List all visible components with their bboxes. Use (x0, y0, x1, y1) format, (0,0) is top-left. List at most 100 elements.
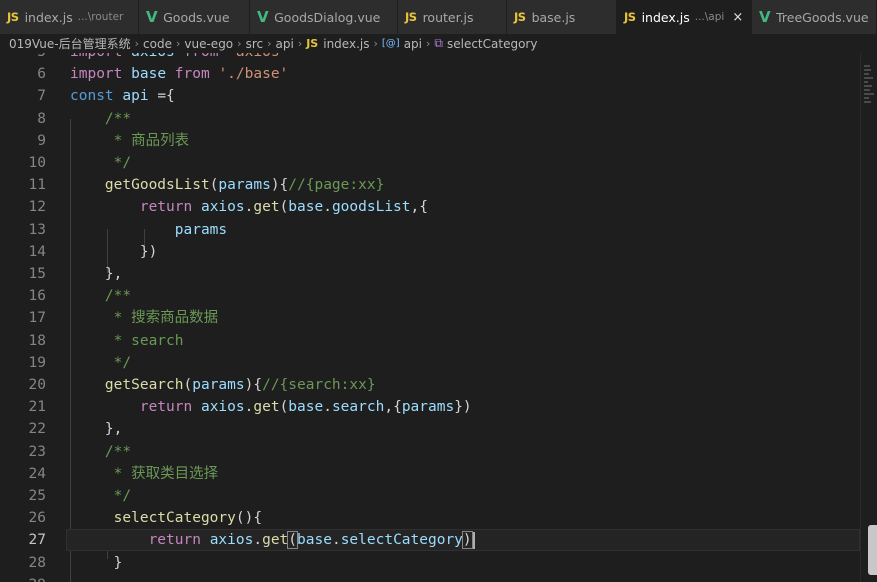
code-token: return (139, 399, 193, 416)
code-line[interactable]: return axios.get(base.selectCategory) (70, 529, 475, 551)
line-number: 17 (28, 310, 46, 327)
breadcrumb-item[interactable]: api (276, 37, 294, 51)
line-number: 12 (28, 199, 46, 216)
js-file-icon: JS (7, 10, 19, 24)
code-token: search (331, 399, 385, 416)
line-number: 20 (28, 377, 46, 393)
code-line[interactable]: */ (70, 485, 131, 507)
code-line[interactable]: */ (70, 352, 131, 374)
minimap-line (864, 69, 871, 71)
breadcrumb-item[interactable]: src (246, 37, 264, 51)
line-number: 23 (28, 443, 46, 460)
code-line[interactable]: /** (70, 285, 131, 307)
vertical-scrollbar-thumb[interactable] (868, 525, 877, 575)
code-token: 'axios' (227, 53, 288, 60)
tab-3[interactable]: JS router.js (398, 0, 507, 34)
tab-5[interactable]: JS index.js ...\api × (617, 0, 752, 34)
code-line[interactable]: * search (70, 330, 184, 352)
code-token: return (148, 532, 201, 549)
breadcrumb: 019Vue-后台管理系统 › code › vue-ego › src › api › JS ind… (0, 34, 877, 53)
line-number: 5 (0, 53, 46, 63)
line-number: 19 (28, 354, 46, 371)
code-line[interactable]: * 获取类目选择 (70, 463, 218, 485)
tab-0[interactable]: JS index.js ...\router (0, 0, 139, 34)
code-token: ,{ (410, 199, 428, 216)
code-line[interactable]: return axios.get(base.search,{params}) (70, 396, 472, 418)
code-line[interactable]: import axios from 'axios' (70, 53, 288, 63)
code-token: params (174, 221, 228, 238)
code-token: axios (209, 532, 254, 549)
line-number: 15 (28, 266, 46, 282)
code-line[interactable]: /** (70, 108, 131, 130)
code-line[interactable]: selectCategory(){ (70, 507, 262, 529)
code-line[interactable]: } (70, 552, 123, 574)
minimap-line (864, 89, 870, 91)
code-token: /** (104, 110, 132, 127)
code-token: . (253, 532, 263, 549)
code-token: ){ (270, 177, 289, 194)
chevron-right-icon: › (134, 37, 140, 50)
line-number: 14 (28, 243, 46, 260)
vue-file-icon: V (146, 8, 158, 26)
breadcrumb-item[interactable]: code (143, 37, 172, 51)
tab-label: Goods.vue (163, 9, 230, 25)
code-token: getSearch (104, 377, 184, 393)
code-line[interactable]: */ (70, 152, 131, 174)
code-line[interactable]: }, (70, 418, 122, 440)
code-token: axios (200, 199, 245, 216)
line-number: 11 (28, 177, 46, 194)
code-line[interactable]: }, (70, 263, 122, 285)
code-line[interactable]: * 商品列表 (70, 130, 189, 152)
code-token: /** (104, 288, 132, 305)
code-token: getGoodsList (104, 177, 210, 194)
tab-6[interactable]: V TreeGoods.vue (752, 0, 877, 34)
breadcrumb-file[interactable]: index.js (323, 37, 369, 51)
code-line[interactable]: getGoodsList(params){//{page:xx} (70, 174, 384, 196)
line-number: 9 (37, 132, 46, 149)
code-token: return (139, 199, 193, 216)
code-line[interactable]: params (70, 219, 227, 241)
code-token: */ (113, 155, 132, 171)
code-token: selectCategory (113, 510, 236, 527)
minimap-line (864, 81, 868, 83)
line-number: 6 (37, 66, 46, 83)
code-line[interactable]: return axios.get(base.goodsList,{ (70, 196, 428, 218)
tab-4[interactable]: JS base.js (507, 0, 617, 34)
code-token: . (323, 199, 332, 216)
code-line[interactable]: const api ={ (70, 85, 175, 107)
code-token: goodsList (331, 199, 411, 216)
code-token: api (122, 88, 149, 105)
code-token: import (70, 66, 123, 83)
minimap[interactable] (860, 53, 877, 582)
code-token: import (70, 53, 122, 60)
code-line[interactable]: /** (70, 441, 131, 463)
breadcrumb-variable[interactable]: api (404, 37, 422, 51)
code-editor[interactable]: 5 import axios from 'axios' 6 import base f… (0, 53, 860, 582)
code-token: axios (131, 53, 175, 60)
code-token: ( (183, 377, 193, 393)
tab-label: TreeGoods.vue (776, 9, 869, 25)
code-line[interactable]: import base from './base' (70, 63, 288, 85)
line-number: 7 (37, 88, 46, 105)
line-number: 25 (28, 488, 46, 504)
code-line[interactable]: }) (70, 241, 157, 263)
code-line[interactable]: * 搜索商品数据 (70, 307, 218, 329)
breadcrumb-method[interactable]: selectCategory (447, 37, 537, 51)
tab-2[interactable]: V GoodsDialog.vue (250, 0, 398, 34)
code-token: * search (113, 332, 184, 349)
close-icon[interactable]: × (732, 10, 743, 25)
minimap-line (864, 85, 872, 87)
code-token: get (253, 199, 280, 216)
breadcrumb-item[interactable]: 019Vue-后台管理系统 (9, 35, 131, 52)
code-token: base (288, 399, 324, 416)
code-line[interactable]: getSearch(params){//{search:xx} (70, 374, 376, 396)
tab-1[interactable]: V Goods.vue (139, 0, 250, 34)
breadcrumb-item[interactable]: vue-ego (184, 37, 233, 51)
